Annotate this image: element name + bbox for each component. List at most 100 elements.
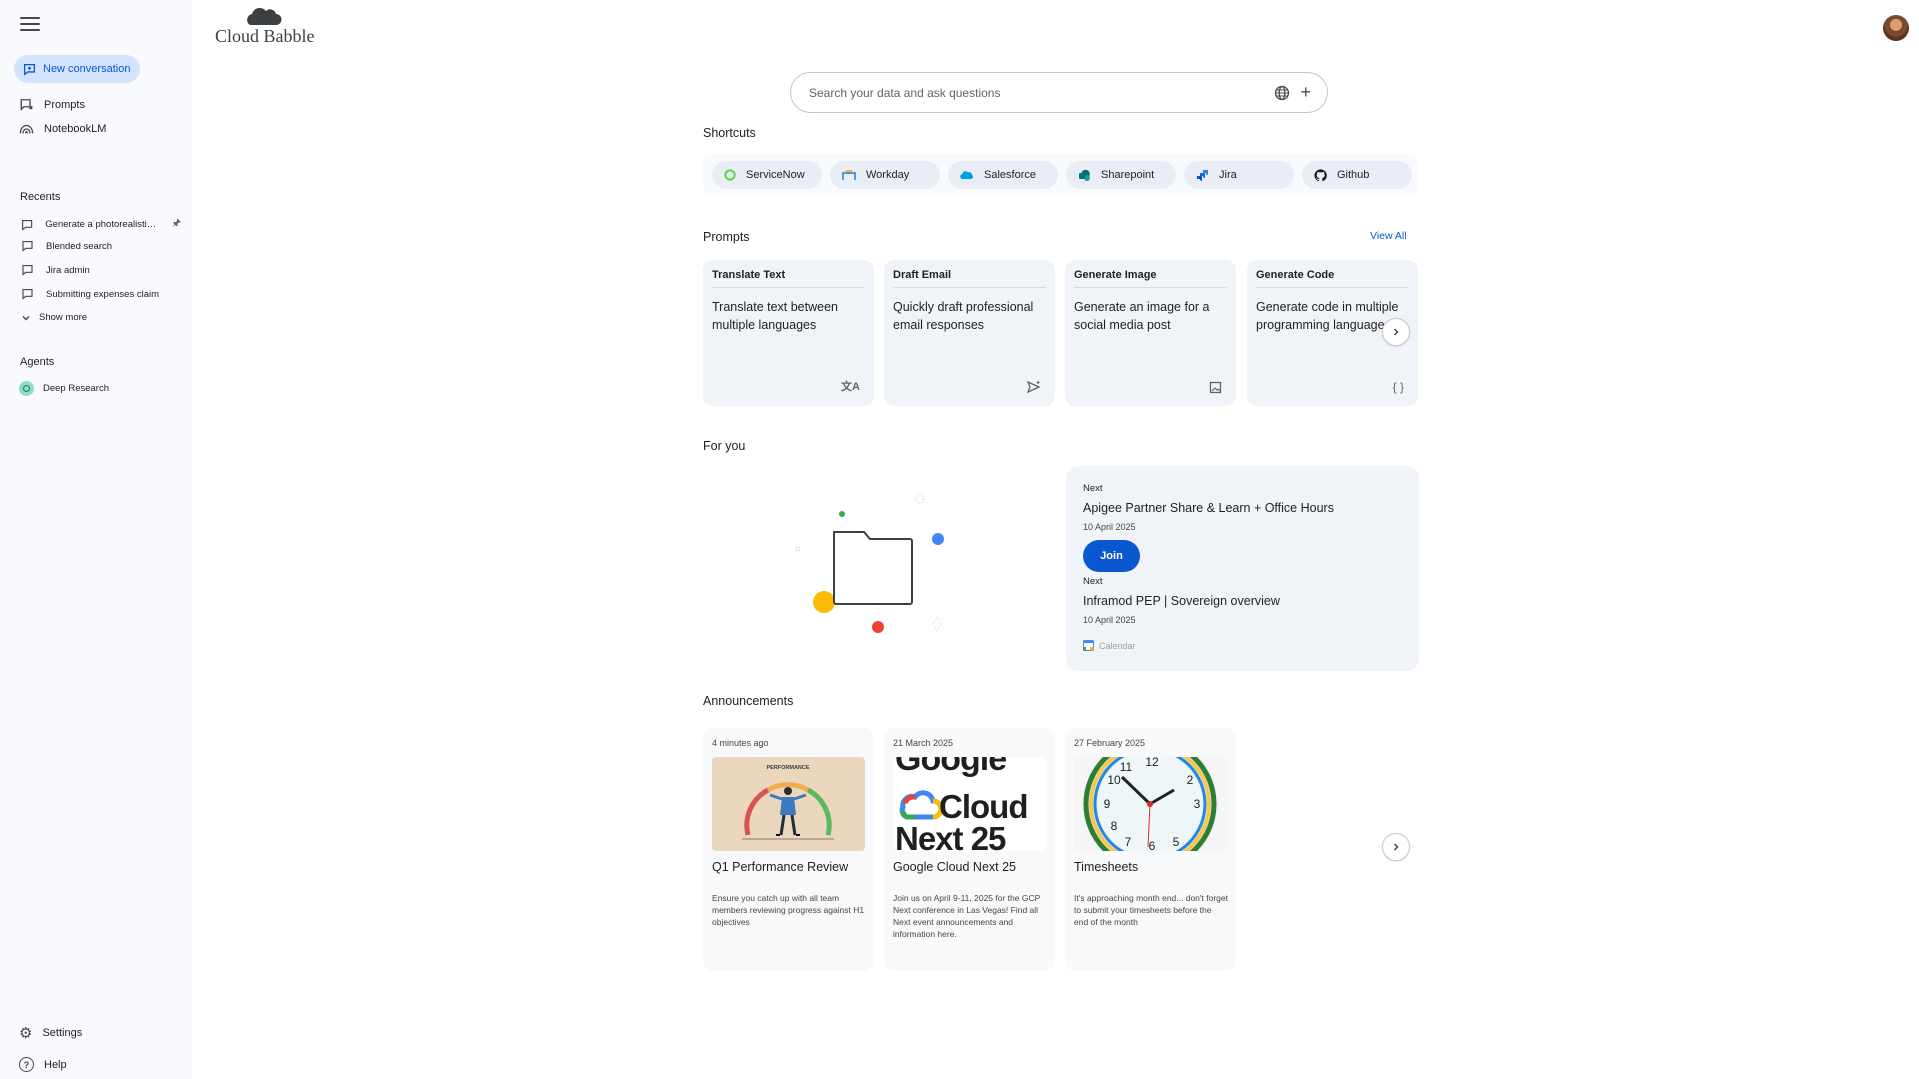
shortcut-workday[interactable]: Workday [830,161,940,189]
event-label: Next [1083,483,1103,494]
sharepoint-icon [1079,169,1090,181]
new-chat-icon [23,63,36,76]
announcement-date: 4 minutes ago [712,738,769,748]
clock-number: 5 [1173,835,1180,849]
agents-heading: Agents [20,356,55,368]
globe-icon[interactable] [1274,85,1290,101]
prompt-card-desc: Quickly draft professional email respons… [893,300,1034,332]
shortcut-salesforce[interactable]: Salesforce [948,161,1058,189]
help-button[interactable]: ? Help [19,1057,67,1072]
calendar-source[interactable]: Calendar [1083,640,1136,651]
announcement-date: 27 February 2025 [1074,738,1146,748]
announcement-card-next[interactable]: 21 March 2025 Google Cloud Next 25 Googl… [884,728,1055,971]
sidebar: New conversation Prompts NotebookLM Rece… [0,0,192,1079]
jira-icon [1197,169,1208,181]
gear-icon: ⚙︎ [19,1025,33,1042]
search-bar[interactable]: + [790,72,1328,113]
empty-folder-illustration [795,494,944,633]
announcement-card-performance[interactable]: 4 minutes ago PERFORMANCE Q1 Performance… [703,728,874,971]
announcement-date: 21 March 2025 [893,738,954,748]
shortcut-sharepoint[interactable]: Sharepoint [1066,161,1176,189]
announcement-card-timesheets[interactable]: 27 February 2025 12 11 10 9 8 7 6 5 3 2 … [1065,728,1236,971]
add-icon[interactable]: + [1300,82,1311,103]
chat-icon [22,219,33,231]
translate-icon: 文A [841,381,860,393]
performance-gauge-image: PERFORMANCE [712,757,865,851]
shortcut-label: Sharepoint [1101,169,1155,181]
recent-item[interactable]: Blended search [21,240,181,252]
recent-item[interactable]: Submitting expenses claim [21,288,181,300]
prompt-card-title: Translate Text [712,269,865,288]
sidebar-item-notebooklm[interactable]: NotebookLM [19,122,106,136]
shortcuts-heading: Shortcuts [703,126,756,140]
prompts-heading: Prompts [703,230,750,244]
announcement-title: Q1 Performance Review [712,860,849,874]
clock-number: 12 [1145,757,1159,769]
shortcut-label: ServiceNow [746,169,805,181]
shortcut-label: Github [1337,169,1370,181]
chat-icon [22,240,33,252]
avatar[interactable] [1883,15,1909,41]
agent-deep-research[interactable]: Deep Research [19,381,179,396]
next-image-line-1: Google [895,757,1006,778]
sidebar-item-prompts[interactable]: Prompts [19,98,85,112]
prompt-card-title: Draft Email [893,269,1046,288]
chevron-down-icon [22,315,30,320]
recents-heading: Recents [20,191,61,203]
clock-number: 8 [1111,819,1118,833]
sidebar-item-label: Prompts [44,99,85,111]
help-label: Help [44,1058,67,1071]
new-conversation-button[interactable]: New conversation [14,55,141,83]
notebooklm-icon [19,124,34,134]
shortcut-servicenow[interactable]: ServiceNow [712,161,822,189]
prompt-icon [20,99,33,111]
clock-number: 9 [1104,797,1111,811]
prompt-card-image[interactable]: Generate Image Generate an image for a s… [1065,260,1236,406]
shortcut-jira[interactable]: Jira [1184,161,1294,189]
announcements-next-button[interactable] [1382,833,1410,861]
next-image-line-3: Next 25 [895,820,1006,851]
recent-item[interactable]: Jira admin [21,264,181,276]
github-icon [1314,168,1327,181]
clock-image: 12 11 10 9 8 7 6 5 3 2 [1074,757,1227,851]
prompt-card-email[interactable]: Draft Email Quickly draft professional e… [884,260,1055,406]
event-label: Next [1083,576,1103,587]
event-date: 10 April 2025 [1083,522,1136,532]
shortcut-github[interactable]: Github [1302,161,1412,189]
chat-icon [22,264,33,276]
recent-item-label: Generate a photorealistic i... [45,219,158,230]
clock-number: 7 [1125,835,1132,849]
calendar-label: Calendar [1099,640,1136,651]
prompts-next-button[interactable] [1382,318,1410,346]
recent-item-label: Submitting expenses claim [46,288,159,300]
recent-item[interactable]: Generate a photorealistic i... 🖈︎ [21,216,181,233]
search-input[interactable] [809,85,1263,100]
event-title[interactable]: Inframod PEP | Sovereign overview [1083,594,1280,608]
show-more-label: Show more [39,312,88,323]
show-more-button[interactable]: Show more [21,312,181,323]
chevron-right-icon [1393,328,1399,336]
settings-label: Settings [42,1027,83,1039]
prompt-card-title: Generate Code [1256,269,1409,288]
shortcut-label: Salesforce [984,169,1036,181]
settings-button[interactable]: ⚙︎ Settings [19,1024,82,1042]
app-title[interactable]: Cloud Babble [215,26,315,47]
event-date: 10 April 2025 [1083,615,1136,625]
main-menu-icon[interactable] [20,17,40,33]
image-icon [1209,381,1222,394]
clock-number: 3 [1194,797,1201,811]
event-title[interactable]: Apigee Partner Share & Learn + Office Ho… [1083,501,1334,515]
view-all-link[interactable]: View All [1370,230,1407,242]
announcements-heading: Announcements [703,694,794,708]
workday-icon [842,170,856,180]
join-button[interactable]: Join [1083,540,1140,572]
prompt-card-translate[interactable]: Translate Text Translate text between mu… [703,260,874,406]
code-icon: { } [1392,380,1404,394]
clock-number: 10 [1107,773,1121,787]
chat-icon [22,288,33,300]
clock-number: 6 [1149,839,1156,851]
pin-icon[interactable]: 🖈︎ [172,216,181,233]
prompt-card-desc: Translate text between multiple language… [712,300,838,332]
send-icon [1027,380,1041,394]
recent-item-label: Jira admin [46,264,90,276]
